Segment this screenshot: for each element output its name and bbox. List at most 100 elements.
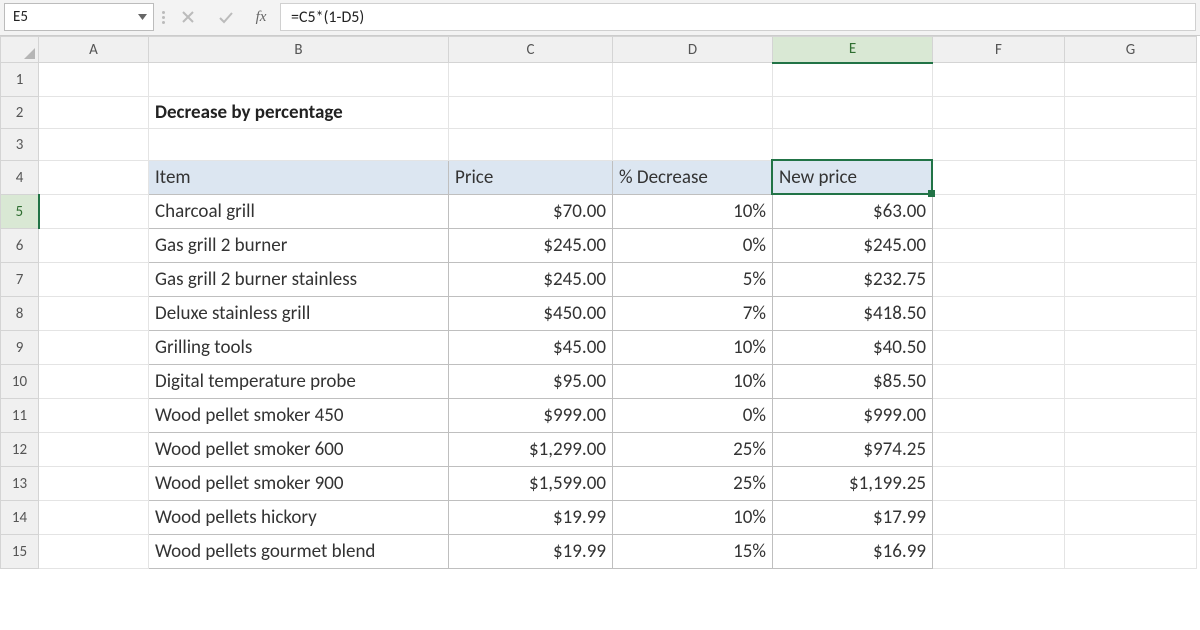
cell-C14[interactable]: $19.99: [449, 501, 613, 535]
cell-F9[interactable]: [933, 331, 1065, 365]
cell-B12[interactable]: Wood pellet smoker 600: [149, 433, 449, 467]
cell-F2[interactable]: [933, 97, 1065, 129]
cell-F8[interactable]: [933, 297, 1065, 331]
row-header-2[interactable]: 2: [1, 97, 39, 129]
cell-B6[interactable]: Gas grill 2 burner: [149, 229, 449, 263]
cell-F12[interactable]: [933, 433, 1065, 467]
cell-F5[interactable]: [933, 195, 1065, 229]
table-header-price[interactable]: Price: [449, 161, 613, 195]
col-header-A[interactable]: A: [39, 37, 149, 63]
cell-E3[interactable]: [773, 129, 933, 161]
cell-D1[interactable]: [613, 63, 773, 97]
cell-G11[interactable]: [1065, 399, 1197, 433]
cell-E6[interactable]: $245.00: [773, 229, 933, 263]
row-header-3[interactable]: 3: [1, 129, 39, 161]
col-header-E[interactable]: E: [773, 37, 933, 63]
cell-C13[interactable]: $1,599.00: [449, 467, 613, 501]
cell-E15[interactable]: $16.99: [773, 535, 933, 569]
cell-C15[interactable]: $19.99: [449, 535, 613, 569]
cell-G13[interactable]: [1065, 467, 1197, 501]
cell-E13[interactable]: $1,199.25: [773, 467, 933, 501]
cell-F10[interactable]: [933, 365, 1065, 399]
cell-C11[interactable]: $999.00: [449, 399, 613, 433]
row-header-6[interactable]: 6: [1, 229, 39, 263]
table-header-newprice[interactable]: New price: [773, 161, 933, 195]
row-header-15[interactable]: 15: [1, 535, 39, 569]
cell-C5[interactable]: $70.00: [449, 195, 613, 229]
cell-E8[interactable]: $418.50: [773, 297, 933, 331]
row-header-8[interactable]: 8: [1, 297, 39, 331]
select-all-corner[interactable]: [1, 37, 39, 63]
cell-D9[interactable]: 10%: [613, 331, 773, 365]
cell-F11[interactable]: [933, 399, 1065, 433]
cell-G5[interactable]: [1065, 195, 1197, 229]
cell-G14[interactable]: [1065, 501, 1197, 535]
cell-E9[interactable]: $40.50: [773, 331, 933, 365]
cell-D11[interactable]: 0%: [613, 399, 773, 433]
cell-B7[interactable]: Gas grill 2 burner stainless: [149, 263, 449, 297]
cell-G10[interactable]: [1065, 365, 1197, 399]
cell-B9[interactable]: Grilling tools: [149, 331, 449, 365]
table-header-decrease[interactable]: % Decrease: [613, 161, 773, 195]
cell-B5[interactable]: Charcoal grill: [149, 195, 449, 229]
cell-A11[interactable]: [39, 399, 149, 433]
name-box[interactable]: E5: [4, 3, 154, 31]
cell-A15[interactable]: [39, 535, 149, 569]
cell-E1[interactable]: [773, 63, 933, 97]
cell-A8[interactable]: [39, 297, 149, 331]
cell-D5[interactable]: 10%: [613, 195, 773, 229]
fx-icon[interactable]: fx: [248, 9, 274, 26]
row-header-13[interactable]: 13: [1, 467, 39, 501]
cell-C12[interactable]: $1,299.00: [449, 433, 613, 467]
cell-B3[interactable]: [149, 129, 449, 161]
cell-G9[interactable]: [1065, 331, 1197, 365]
cell-E11[interactable]: $999.00: [773, 399, 933, 433]
col-header-F[interactable]: F: [933, 37, 1065, 63]
row-header-12[interactable]: 12: [1, 433, 39, 467]
cell-A7[interactable]: [39, 263, 149, 297]
cell-G3[interactable]: [1065, 129, 1197, 161]
cell-G6[interactable]: [1065, 229, 1197, 263]
cell-E14[interactable]: $17.99: [773, 501, 933, 535]
cell-C7[interactable]: $245.00: [449, 263, 613, 297]
cell-B1[interactable]: [149, 63, 449, 97]
cell-B15[interactable]: Wood pellets gourmet blend: [149, 535, 449, 569]
cell-C2[interactable]: [449, 97, 613, 129]
cell-F13[interactable]: [933, 467, 1065, 501]
cell-D14[interactable]: 10%: [613, 501, 773, 535]
cell-B8[interactable]: Deluxe stainless grill: [149, 297, 449, 331]
cell-A3[interactable]: [39, 129, 149, 161]
cell-G12[interactable]: [1065, 433, 1197, 467]
cell-E7[interactable]: $232.75: [773, 263, 933, 297]
cell-D8[interactable]: 7%: [613, 297, 773, 331]
cell-E5[interactable]: $63.00: [773, 195, 933, 229]
cell-D2[interactable]: [613, 97, 773, 129]
cell-F3[interactable]: [933, 129, 1065, 161]
cell-D12[interactable]: 25%: [613, 433, 773, 467]
row-header-14[interactable]: 14: [1, 501, 39, 535]
enter-formula-button[interactable]: [210, 3, 242, 31]
cell-C3[interactable]: [449, 129, 613, 161]
cell-A10[interactable]: [39, 365, 149, 399]
cell-G2[interactable]: [1065, 97, 1197, 129]
cell-D13[interactable]: 25%: [613, 467, 773, 501]
row-header-4[interactable]: 4: [1, 161, 39, 195]
cell-B14[interactable]: Wood pellets hickory: [149, 501, 449, 535]
cell-F14[interactable]: [933, 501, 1065, 535]
cell-B2[interactable]: Decrease by percentage: [149, 97, 449, 129]
cell-D6[interactable]: 0%: [613, 229, 773, 263]
cell-A5[interactable]: [39, 195, 149, 229]
cell-E12[interactable]: $974.25: [773, 433, 933, 467]
cell-A6[interactable]: [39, 229, 149, 263]
cell-A2[interactable]: [39, 97, 149, 129]
formula-bar-resize-handle[interactable]: [160, 3, 166, 31]
cell-C1[interactable]: [449, 63, 613, 97]
cell-D3[interactable]: [613, 129, 773, 161]
row-header-11[interactable]: 11: [1, 399, 39, 433]
cell-C10[interactable]: $95.00: [449, 365, 613, 399]
col-header-G[interactable]: G: [1065, 37, 1197, 63]
name-box-dropdown-icon[interactable]: [137, 12, 147, 22]
cancel-formula-button[interactable]: [172, 3, 204, 31]
cell-A13[interactable]: [39, 467, 149, 501]
table-header-item[interactable]: Item: [149, 161, 449, 195]
